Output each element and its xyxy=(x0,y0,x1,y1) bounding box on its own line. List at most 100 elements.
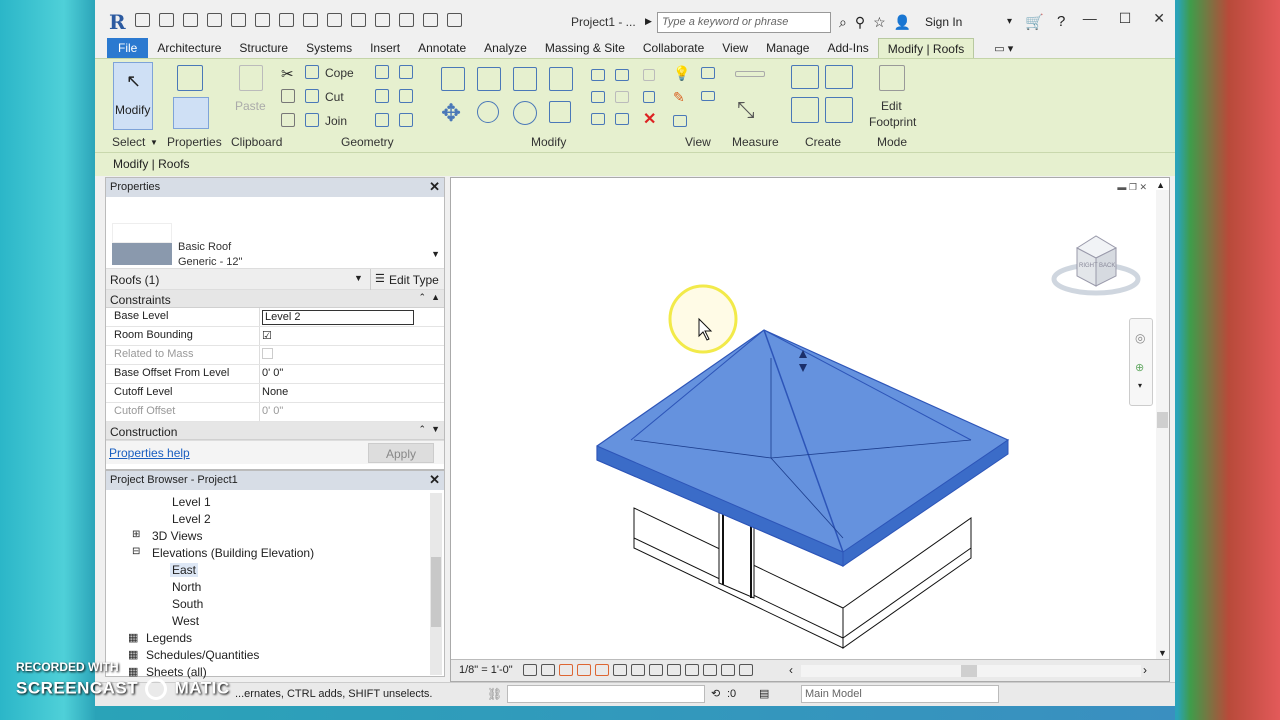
tree-item-3d-views[interactable]: 3D Views xyxy=(152,529,202,543)
cut-label[interactable]: Cut xyxy=(325,90,344,104)
offset-icon[interactable] xyxy=(477,67,501,91)
viewcube[interactable]: RIGHT BACK xyxy=(1051,235,1141,296)
search-input[interactable]: Type a keyword or phrase xyxy=(657,12,831,33)
split-gap-icon[interactable] xyxy=(615,69,629,81)
cut-icon[interactable]: ✂ xyxy=(281,65,294,83)
extend-icon[interactable] xyxy=(615,113,629,125)
model-canvas[interactable]: RIGHT BACK xyxy=(451,178,1171,661)
type-selector-caret-icon[interactable]: ▼ xyxy=(431,249,440,259)
geometry-cut-icon[interactable] xyxy=(305,89,319,103)
worksets-icon[interactable]: ⛓ xyxy=(487,687,502,701)
copy-element-icon[interactable] xyxy=(477,101,499,123)
switch-windows-icon[interactable] xyxy=(447,13,462,27)
base-offset-value[interactable]: 0' 0" xyxy=(260,365,444,383)
browser-scrollbar[interactable] xyxy=(430,493,442,675)
unlock-view-icon[interactable] xyxy=(649,664,663,676)
design-option-select[interactable]: Main Model xyxy=(801,685,999,703)
tab-structure[interactable]: Structure xyxy=(230,38,297,58)
create-similar-icon[interactable] xyxy=(825,97,853,123)
close-icon[interactable]: ✕ xyxy=(1153,10,1165,27)
dimension-icon[interactable] xyxy=(303,13,318,27)
favorites-icon[interactable]: ☆ xyxy=(873,14,886,31)
3d-view-icon[interactable] xyxy=(351,13,366,27)
match-type-icon[interactable] xyxy=(281,113,295,127)
tab-modify-roofs[interactable]: Modify | Roofs xyxy=(877,38,975,58)
crop-view-icon[interactable] xyxy=(613,664,627,676)
show-crop-icon[interactable] xyxy=(631,664,645,676)
pin-icon[interactable] xyxy=(643,69,655,81)
collapse-icon[interactable]: ⌃ xyxy=(418,292,426,303)
view-vscroll-thumb[interactable] xyxy=(1157,412,1168,428)
type-selector[interactable]: Basic Roof Generic - 12" ▼ xyxy=(106,197,444,269)
beam-join-icon[interactable] xyxy=(375,89,389,103)
unpin-icon[interactable] xyxy=(643,91,655,103)
cope-icon[interactable] xyxy=(305,65,319,79)
select-caret-icon[interactable]: ▼ xyxy=(150,138,158,147)
view-3d[interactable]: ▬ ❐ ✕ ▲ RIGHT BACK ◎ ⊕ ▾ ▼ 1/8" = 1'-0" … xyxy=(450,177,1170,682)
tab-analyze[interactable]: Analyze xyxy=(475,38,536,58)
redo-icon[interactable] xyxy=(231,13,246,27)
scroll-down-icon[interactable]: ▼ xyxy=(431,424,440,434)
instance-caret-icon[interactable]: ▼ xyxy=(354,273,363,283)
hscroll-right-icon[interactable]: › xyxy=(1143,663,1147,677)
tree-item-legends[interactable]: Legends xyxy=(146,631,192,645)
open-icon[interactable] xyxy=(135,13,150,27)
expand-icon[interactable]: ⊞ xyxy=(132,529,140,540)
override-icon[interactable]: ✎ xyxy=(673,89,685,106)
delete-icon[interactable]: ✕ xyxy=(643,109,656,129)
sun-path-icon[interactable] xyxy=(559,664,573,676)
reveal-hidden-icon[interactable] xyxy=(685,664,699,676)
paint-icon[interactable] xyxy=(399,89,413,103)
ribbon-options-icon[interactable]: ▭ ▾ xyxy=(994,42,1013,55)
base-level-value[interactable]: Level 2 xyxy=(262,310,414,325)
sections-icon[interactable] xyxy=(375,13,390,27)
browser-scroll-thumb[interactable] xyxy=(431,557,441,627)
user-icon[interactable]: 👤 xyxy=(894,14,911,31)
modify-button[interactable]: ↖ Modify xyxy=(113,62,153,130)
group-construction[interactable]: Construction ⌃ ▼ xyxy=(106,422,444,440)
base-level-field[interactable]: Level 2 xyxy=(260,308,444,326)
analytical-model-icon[interactable] xyxy=(721,664,735,676)
trim-extend-icon[interactable] xyxy=(549,101,571,123)
scale-selector[interactable]: 1/8" = 1'-0" xyxy=(459,664,513,676)
tree-item-east[interactable]: East xyxy=(170,563,199,577)
properties-close-icon[interactable]: ✕ xyxy=(429,179,440,195)
move-icon[interactable]: ✥ xyxy=(441,99,461,128)
tab-file[interactable]: File xyxy=(107,38,149,58)
tree-item-north[interactable]: North xyxy=(172,580,201,594)
instance-filter-label[interactable]: Roofs (1) xyxy=(110,273,159,287)
cart-icon[interactable]: 🛒 xyxy=(1025,13,1044,31)
tab-view[interactable]: View xyxy=(713,38,757,58)
split-icon[interactable] xyxy=(591,69,605,81)
cope-label[interactable]: Cope xyxy=(325,66,354,80)
close-hidden-icon[interactable] xyxy=(423,13,438,27)
scale-icon[interactable] xyxy=(615,91,629,103)
wall-joins-icon[interactable] xyxy=(375,65,389,79)
browser-close-icon[interactable]: ✕ xyxy=(429,472,440,488)
view-horizontal-scrollbar[interactable] xyxy=(801,665,1141,677)
visual-style-icon[interactable] xyxy=(541,664,555,676)
tab-collaborate[interactable]: Collaborate xyxy=(634,38,713,58)
room-bounding-checkbox[interactable]: ☑ xyxy=(260,327,444,345)
bulb-icon[interactable]: 💡 xyxy=(673,65,690,82)
sync-icon[interactable] xyxy=(183,13,198,27)
help-icon[interactable]: ? xyxy=(1057,13,1065,30)
properties-toggle-icon[interactable] xyxy=(173,97,209,129)
trim-icon[interactable] xyxy=(591,113,605,125)
group-constraints[interactable]: Constraints ⌃ ▲ xyxy=(106,290,444,308)
hscroll-left-icon[interactable]: ‹ xyxy=(789,663,793,677)
temp-view-props-icon[interactable] xyxy=(703,664,717,676)
collapse-tree-icon[interactable]: ⊟ xyxy=(132,546,140,557)
split-face-icon[interactable] xyxy=(399,65,413,79)
subscription-icon[interactable]: ⚲ xyxy=(855,14,865,31)
maximize-icon[interactable]: ☐ xyxy=(1119,10,1132,27)
join-roof-icon[interactable] xyxy=(375,113,389,127)
align-icon[interactable] xyxy=(441,67,465,91)
shadows-icon[interactable] xyxy=(577,664,591,676)
copy-icon[interactable] xyxy=(281,89,295,103)
design-options-icon[interactable]: ▤ xyxy=(759,687,769,700)
zoom-caret-icon[interactable]: ▾ xyxy=(1138,381,1142,390)
render-icon[interactable] xyxy=(595,664,609,676)
tree-item-elevations[interactable]: Elevations (Building Elevation) xyxy=(152,546,314,560)
editing-requests-icon[interactable]: ⟲ xyxy=(711,687,720,700)
